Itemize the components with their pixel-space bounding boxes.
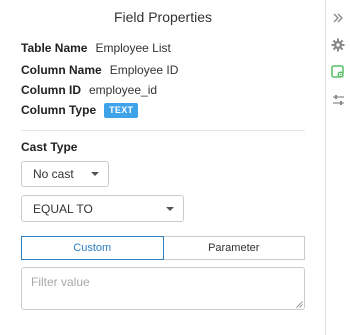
column-id-value: employee_id <box>89 83 158 97</box>
right-icon-rail <box>327 0 350 335</box>
cast-type-label: Cast Type <box>21 140 78 154</box>
field-properties-panel: Field Properties Table Name Employee Lis… <box>0 0 326 335</box>
value-mode-toggle: Custom Parameter <box>21 236 305 260</box>
cast-type-value: No cast <box>33 167 74 181</box>
operator-value: EQUAL TO <box>33 201 93 216</box>
table-name-label: Table Name <box>21 41 88 55</box>
field-settings-icon[interactable] <box>329 63 347 81</box>
collapse-icon[interactable] <box>329 9 347 27</box>
column-id-row: Column ID employee_id <box>21 80 157 100</box>
panel-title: Field Properties <box>113 9 213 25</box>
tab-parameter[interactable]: Parameter <box>163 236 305 260</box>
section-divider <box>21 130 305 131</box>
column-type-row: Column Type TEXT <box>21 100 139 120</box>
column-type-badge: TEXT <box>104 102 139 118</box>
tab-custom[interactable]: Custom <box>21 236 164 260</box>
cast-type-select[interactable]: No cast <box>21 161 109 187</box>
column-name-label: Column Name <box>21 63 102 77</box>
chevron-down-icon <box>91 172 99 176</box>
column-name-value: Employee ID <box>109 63 179 77</box>
column-name-row: Column Name Employee ID <box>21 60 178 80</box>
chevron-down-icon <box>166 206 174 211</box>
table-name-value: Employee List <box>95 41 171 55</box>
filter-value-input[interactable]: Filter value <box>21 267 305 310</box>
column-id-label: Column ID <box>21 83 81 97</box>
gear-icon[interactable] <box>329 36 347 54</box>
resize-handle-icon[interactable] <box>296 301 303 308</box>
table-name-row: Table Name Employee List <box>21 38 171 58</box>
operator-select[interactable]: EQUAL TO <box>21 195 184 222</box>
sliders-icon[interactable] <box>329 91 347 109</box>
column-type-label: Column Type <box>21 103 97 117</box>
